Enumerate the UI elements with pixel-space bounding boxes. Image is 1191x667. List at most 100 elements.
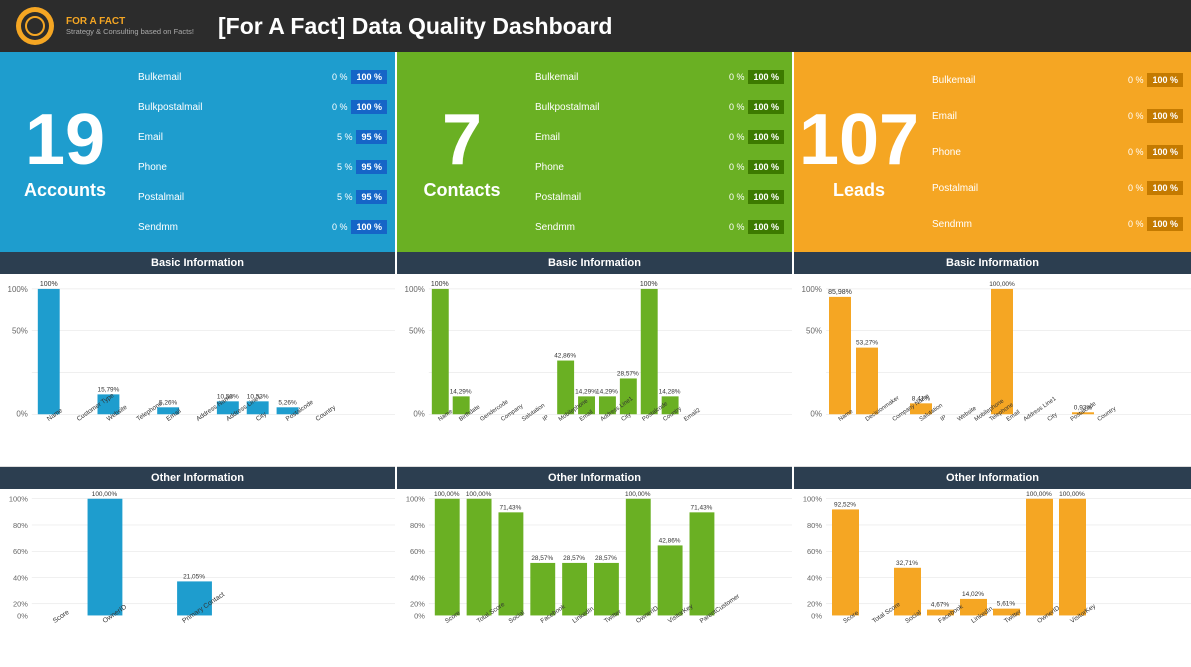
svg-text:80%: 80% [410, 521, 425, 530]
svg-text:28,57%: 28,57% [617, 370, 639, 377]
stat-row: Phone 0 % 100 % [535, 160, 784, 174]
svg-text:City: City [1047, 412, 1059, 423]
contacts-other-label: Other Information [397, 467, 792, 489]
svg-text:42,86%: 42,86% [554, 353, 576, 360]
accounts-column: 19 Accounts Bulkemail 0 % 100 % Bulkpost… [0, 52, 397, 667]
accounts-stats: Bulkemail 0 % 100 % Bulkpostalmail 0 % 1… [130, 52, 395, 252]
stat-row: Phone 5 % 95 % [138, 160, 387, 174]
svg-text:0%: 0% [810, 409, 822, 418]
stat-row: Bulkemail 0 % 100 % [138, 70, 387, 84]
svg-text:Country: Country [315, 404, 338, 423]
svg-text:92,52%: 92,52% [834, 502, 856, 509]
svg-text:50%: 50% [12, 327, 28, 336]
svg-text:100,00%: 100,00% [1026, 491, 1052, 498]
accounts-number: 19 [25, 104, 105, 176]
svg-text:IP: IP [542, 415, 550, 423]
leads-other-label: Other Information [794, 467, 1191, 489]
leads-stats: Bulkemail 0 % 100 % Email 0 % 100 % Phon… [924, 52, 1191, 252]
svg-text:Email2: Email2 [683, 407, 702, 423]
svg-text:53,27%: 53,27% [856, 340, 878, 347]
svg-text:14,02%: 14,02% [962, 591, 984, 598]
svg-text:0%: 0% [811, 611, 822, 620]
svg-text:40%: 40% [13, 574, 28, 583]
svg-text:60%: 60% [13, 547, 28, 556]
leads-big-number-area: 107 Leads [794, 52, 924, 252]
svg-text:5,61%: 5,61% [997, 601, 1016, 608]
stat-row: Email 5 % 95 % [138, 130, 387, 144]
stat-row: Postalmail 0 % 100 % [535, 190, 784, 204]
svg-text:32,71%: 32,71% [896, 560, 918, 567]
svg-text:0%: 0% [413, 409, 424, 418]
svg-text:100,00%: 100,00% [1059, 491, 1085, 498]
contacts-big-number-area: 7 Contacts [397, 52, 527, 252]
logo-text-block: FOR A FACT Strategy & Consulting based o… [66, 16, 194, 36]
svg-text:5,26%: 5,26% [278, 399, 297, 406]
leads-basic-chart: 100% 50% 0% 85,98% 53,27% 8,41% 100 [794, 274, 1191, 467]
stat-row: Sendmm 0 % 100 % [932, 217, 1183, 231]
svg-text:21,05%: 21,05% [183, 574, 205, 581]
accounts-basic-label: Basic Information [0, 252, 395, 274]
svg-text:100%: 100% [8, 285, 28, 294]
svg-text:100%: 100% [802, 285, 822, 294]
accounts-top-panel: 19 Accounts Bulkemail 0 % 100 % Bulkpost… [0, 52, 395, 252]
contacts-basic-label: Basic Information [397, 252, 792, 274]
accounts-basic-chart: 100% 50% 0% 100% 15,79% 5,26% [0, 274, 395, 467]
svg-text:100%: 100% [40, 281, 58, 288]
accounts-label: Accounts [24, 180, 106, 201]
leads-basic-label: Basic Information [794, 252, 1191, 274]
svg-text:28,57%: 28,57% [563, 555, 585, 562]
svg-text:20%: 20% [13, 600, 28, 609]
svg-text:100,00%: 100,00% [434, 491, 460, 498]
stat-row: Email 0 % 100 % [535, 130, 784, 144]
header: FOR A FACT Strategy & Consulting based o… [0, 0, 1191, 52]
svg-text:100%: 100% [9, 495, 28, 504]
stat-row: Bulkpostalmail 0 % 100 % [138, 100, 387, 114]
stat-row: Postalmail 0 % 100 % [932, 181, 1183, 195]
leads-other-chart: 100% 80% 60% 40% 20% 0% 92,52% 32,71% 4,… [794, 489, 1191, 667]
accounts-big-number-area: 19 Accounts [0, 52, 130, 252]
svg-text:0%: 0% [414, 611, 425, 620]
svg-text:20%: 20% [410, 600, 425, 609]
svg-text:20%: 20% [807, 600, 822, 609]
svg-text:50%: 50% [409, 327, 425, 336]
accounts-other-chart: 100% 80% 60% 40% 20% 0% 100,00% 21,05% S… [0, 489, 395, 667]
svg-text:100%: 100% [803, 495, 823, 504]
svg-text:100%: 100% [406, 495, 425, 504]
svg-text:71,43%: 71,43% [499, 504, 521, 511]
svg-text:4,67%: 4,67% [931, 602, 950, 609]
svg-text:100%: 100% [640, 281, 658, 288]
svg-text:100,00%: 100,00% [466, 491, 492, 498]
svg-text:100,00%: 100,00% [92, 491, 118, 498]
svg-text:100,00%: 100,00% [989, 281, 1015, 288]
contacts-label: Contacts [423, 180, 500, 201]
contacts-top-panel: 7 Contacts Bulkemail 0 % 100 % Bulkposta… [397, 52, 792, 252]
stat-row: Postalmail 5 % 95 % [138, 190, 387, 204]
svg-text:100%: 100% [431, 281, 449, 288]
contacts-other-chart: 100% 80% 60% 40% 20% 0% 100,00% 100,00% … [397, 489, 792, 667]
svg-text:14,28%: 14,28% [659, 388, 681, 395]
stat-row: Phone 0 % 100 % [932, 145, 1183, 159]
accounts-other-label: Other Information [0, 467, 395, 489]
svg-text:IP: IP [940, 415, 948, 423]
svg-text:60%: 60% [807, 547, 822, 556]
leads-label: Leads [833, 180, 885, 201]
svg-text:14,29%: 14,29% [450, 388, 472, 395]
svg-text:40%: 40% [410, 574, 425, 583]
stat-row: Email 0 % 100 % [932, 109, 1183, 123]
svg-text:0%: 0% [16, 409, 27, 418]
svg-text:100%: 100% [405, 285, 425, 294]
stat-row: Bulkpostalmail 0 % 100 % [535, 100, 784, 114]
svg-text:85,98%: 85,98% [828, 289, 852, 296]
svg-text:80%: 80% [807, 521, 822, 530]
stat-row: Sendmm 0 % 100 % [138, 220, 387, 234]
svg-text:28,57%: 28,57% [531, 555, 553, 562]
svg-text:42,86%: 42,86% [659, 538, 681, 545]
svg-text:0%: 0% [17, 611, 28, 620]
main-grid: 19 Accounts Bulkemail 0 % 100 % Bulkpost… [0, 52, 1191, 667]
stat-row: Bulkemail 0 % 100 % [535, 70, 784, 84]
svg-text:Score: Score [52, 609, 71, 625]
leads-top-panel: 107 Leads Bulkemail 0 % 100 % Email 0 % … [794, 52, 1191, 252]
stat-row: Sendmm 0 % 100 % [535, 220, 784, 234]
contacts-column: 7 Contacts Bulkemail 0 % 100 % Bulkposta… [397, 52, 794, 667]
svg-text:14,29%: 14,29% [596, 388, 618, 395]
